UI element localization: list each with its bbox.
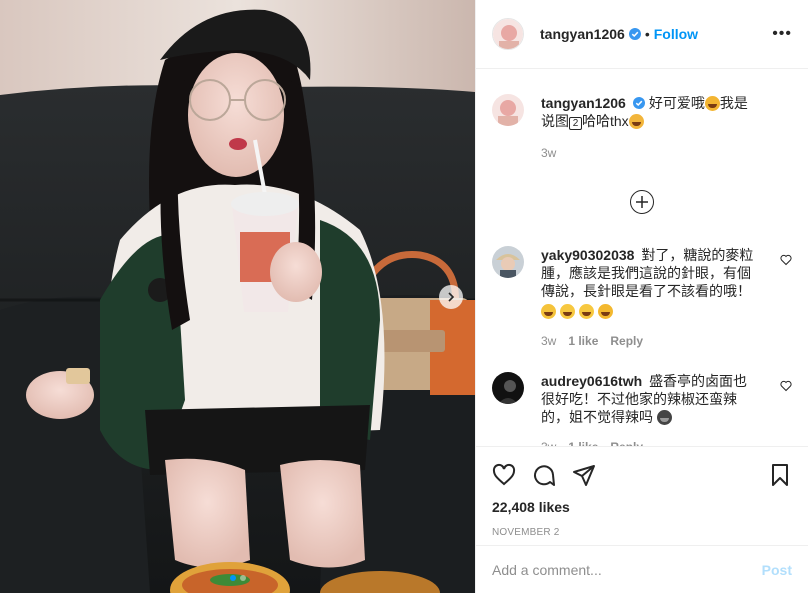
caption-meta: 3w (541, 144, 755, 162)
load-more-comments[interactable] (492, 190, 792, 214)
follow-button[interactable]: Follow (654, 26, 698, 42)
carousel-dot (239, 575, 246, 581)
caption: tangyan1206 好可爱哦 我是说图 2 哈哈thx 3w (492, 94, 792, 162)
star-struck-emoji-icon (704, 96, 720, 111)
like-comment-heart-icon[interactable] (780, 380, 792, 392)
caption-avatar[interactable] (492, 94, 524, 126)
carousel-indicator (0, 575, 475, 581)
post-actions: 22,408 likes NOVEMBER 2 (476, 446, 808, 546)
grinning-emoji-icon (578, 304, 594, 319)
avatar-image (492, 246, 524, 278)
avatar-image (492, 94, 524, 126)
post-sidebar: tangyan1206 • Follow ••• tangyan1206 好可爱哦… (475, 0, 808, 593)
smiling-face-emoji-icon (628, 114, 644, 129)
keycap-number: 2 (569, 117, 582, 130)
comment-body: yaky90302038 對了，糖說的麥粒腫，應該是我們這說的針眼，有個傳說，長… (541, 246, 755, 350)
chevron-right-icon (448, 292, 455, 302)
carousel-next-button[interactable] (439, 285, 463, 309)
comment-likes[interactable]: 1 like (568, 332, 598, 350)
caption-body: tangyan1206 好可爱哦 我是说图 2 哈哈thx 3w (541, 94, 755, 162)
avatar-image (492, 372, 524, 404)
post-photo (0, 0, 475, 593)
save-bookmark-icon[interactable] (768, 463, 792, 487)
action-icons-row (492, 455, 792, 495)
share-paper-plane-icon[interactable] (572, 463, 596, 487)
comment-likes[interactable]: 1 like (568, 438, 598, 446)
plus-circle-icon[interactable] (630, 190, 654, 214)
verified-badge-icon (632, 97, 645, 109)
comment-emoji-row (541, 302, 755, 320)
comment-meta: 3w 1 like Reply (541, 332, 755, 350)
more-options-icon[interactable]: ••• (772, 25, 792, 43)
verified-badge-icon (628, 28, 641, 40)
comment-item: audrey0616twh 盛香亭的卤面也很好吃！不过他家的辣椒还蛮辣的，姐不觉… (492, 372, 792, 446)
like-heart-icon[interactable] (492, 463, 516, 487)
comment-item: yaky90302038 對了，糖說的麥粒腫，應該是我們這說的針眼，有個傳說，長… (492, 246, 792, 350)
caption-username[interactable]: tangyan1206 (541, 95, 626, 111)
reply-button[interactable]: Reply (610, 438, 643, 446)
like-comment-heart-icon[interactable] (780, 254, 792, 266)
comment-body: audrey0616twh 盛香亭的卤面也很好吃！不过他家的辣椒还蛮辣的，姐不觉… (541, 372, 755, 446)
comment-time[interactable]: 3w (541, 438, 556, 446)
commenter-avatar[interactable] (492, 372, 524, 404)
dark-face-emoji-icon (656, 410, 672, 425)
grinning-squinting-emoji-icon (541, 304, 556, 319)
winking-tongue-emoji-icon (597, 304, 613, 319)
author-avatar[interactable] (492, 18, 524, 50)
comment-bubble-icon[interactable] (532, 463, 556, 487)
post-comment-button[interactable]: Post (762, 562, 792, 578)
post-date[interactable]: NOVEMBER 2 (492, 527, 792, 538)
grinning-emoji-icon (559, 304, 575, 319)
author-username[interactable]: tangyan1206 (540, 26, 625, 42)
comment-username[interactable]: audrey0616twh (541, 373, 642, 389)
caption-time[interactable]: 3w (541, 144, 556, 162)
caption-text-c: 哈哈thx (582, 113, 629, 129)
likes-count[interactable]: 22,408 likes (492, 499, 792, 515)
header-separator: • (644, 26, 650, 42)
comment-meta: 3w 1 like Reply (541, 438, 755, 446)
instagram-post-modal: tangyan1206 • Follow ••• tangyan1206 好可爱哦… (0, 0, 808, 593)
caption-text-a: 好可爱哦 (648, 95, 705, 111)
commenter-avatar[interactable] (492, 246, 524, 278)
avatar-image (493, 19, 523, 49)
comment-username[interactable]: yaky90302038 (541, 247, 634, 263)
carousel-dot-active (229, 575, 236, 581)
post-media[interactable] (0, 0, 475, 593)
comment-time[interactable]: 3w (541, 332, 556, 350)
comments-list[interactable]: tangyan1206 好可爱哦 我是说图 2 哈哈thx 3w yaky903… (476, 69, 808, 446)
add-comment-bar: Post (476, 545, 808, 593)
reply-button[interactable]: Reply (610, 332, 643, 350)
post-header: tangyan1206 • Follow ••• (476, 0, 808, 69)
comment-input[interactable] (492, 561, 762, 578)
